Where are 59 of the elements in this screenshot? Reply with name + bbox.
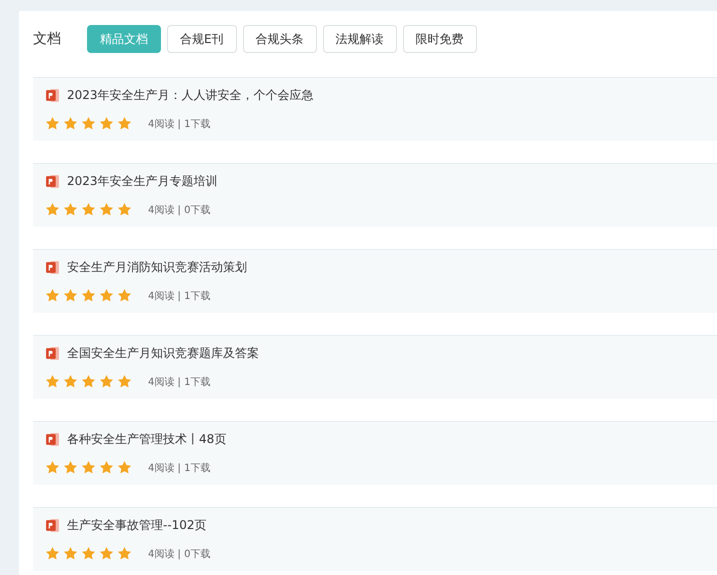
star-icon (81, 288, 96, 303)
star-icon (117, 546, 132, 561)
star-icon (81, 546, 96, 561)
category-tab[interactable]: 法规解读 (322, 25, 397, 53)
star-icon (63, 460, 78, 475)
section-label: 文档 (33, 30, 61, 48)
read-download-count: 4阅读 | 0下载 (148, 204, 210, 216)
star-icon (99, 116, 114, 131)
star-icon (63, 116, 78, 131)
star-icon (81, 202, 96, 217)
star-icon (63, 288, 78, 303)
star-icon (45, 288, 60, 303)
document-title[interactable]: 2023年安全生产月：人人讲安全，个个会应急 (67, 86, 314, 104)
read-download-count: 4阅读 | 1下载 (148, 118, 210, 130)
read-download-count: 4阅读 | 1下载 (148, 376, 210, 388)
star-icon (117, 116, 132, 131)
star-icon (81, 374, 96, 389)
category-tab[interactable]: 限时免费 (402, 25, 477, 53)
document-title[interactable]: 各种安全生产管理技术丨48页 (67, 430, 226, 448)
star-icon (117, 374, 132, 389)
star-icon (45, 460, 60, 475)
star-icon (45, 116, 60, 131)
document-card[interactable]: 全国安全生产月知识竞赛题库及答案 4阅读 | 1下载 (33, 335, 717, 399)
read-download-count: 4阅读 | 0下载 (148, 548, 210, 560)
star-icon (63, 374, 78, 389)
star-icon (99, 202, 114, 217)
document-card[interactable]: 2023年安全生产月专题培训 4阅读 | 0下载 (33, 163, 717, 227)
document-title[interactable]: 生产安全事故管理--102页 (67, 516, 207, 534)
document-card[interactable]: 2023年安全生产月：人人讲安全，个个会应急 4阅读 | 1下载 (33, 77, 717, 141)
star-icon (99, 460, 114, 475)
star-icon (99, 374, 114, 389)
ppt-file-icon (45, 174, 60, 188)
star-icon (63, 546, 78, 561)
star-icon (99, 288, 114, 303)
document-title[interactable]: 全国安全生产月知识竞赛题库及答案 (67, 344, 259, 362)
star-icon (99, 546, 114, 561)
read-download-count: 4阅读 | 1下载 (148, 462, 210, 474)
star-icon (45, 202, 60, 217)
document-card[interactable]: 各种安全生产管理技术丨48页 4阅读 | 1下载 (33, 421, 717, 485)
document-title[interactable]: 2023年安全生产月专题培训 (67, 172, 218, 190)
star-icon (45, 374, 60, 389)
star-icon (81, 460, 96, 475)
star-icon (45, 546, 60, 561)
ppt-file-icon (45, 88, 60, 102)
category-tab[interactable]: 合规头条 (242, 25, 317, 53)
document-title[interactable]: 安全生产月消防知识竞赛活动策划 (67, 258, 247, 276)
ppt-file-icon (45, 346, 60, 360)
document-card[interactable]: 安全生产月消防知识竞赛活动策划 4阅读 | 1下载 (33, 249, 717, 313)
category-tab[interactable]: 合规E刊 (167, 25, 237, 53)
star-icon (117, 202, 132, 217)
star-icon (117, 460, 132, 475)
star-icon (81, 116, 96, 131)
star-icon (63, 202, 78, 217)
ppt-file-icon (45, 518, 60, 532)
star-icon (117, 288, 132, 303)
read-download-count: 4阅读 | 1下载 (148, 290, 210, 302)
ppt-file-icon (45, 260, 60, 274)
document-card[interactable]: 生产安全事故管理--102页 4阅读 | 0下载 (33, 507, 717, 571)
ppt-file-icon (45, 432, 60, 446)
